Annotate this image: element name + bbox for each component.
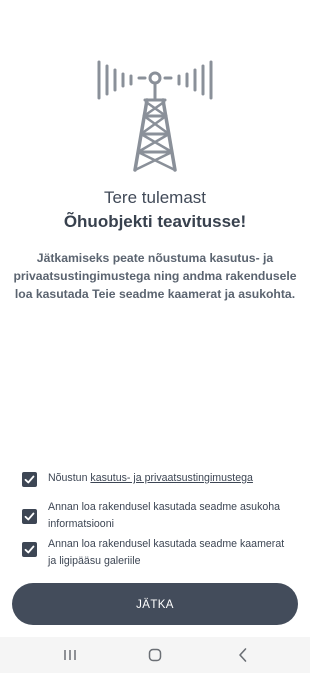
terms-prefix: Nõustun — [48, 472, 91, 484]
terms-label: Nõustun kasutus- ja privaatsustingimuste… — [48, 470, 253, 487]
intro-text: Jätkamiseks peate nõustuma kasutus- ja p… — [13, 251, 297, 301]
app-name-title: Õhuobjekti teavitusse! — [63, 212, 247, 231]
terms-checkbox[interactable] — [22, 472, 37, 487]
location-label-line2: informatsiooni — [48, 518, 114, 530]
checkmark-icon — [24, 512, 35, 521]
system-nav-bar — [0, 637, 310, 673]
camera-checkbox[interactable] — [22, 542, 37, 557]
recent-apps-icon[interactable] — [60, 645, 80, 665]
checkmark-icon — [24, 545, 35, 554]
camera-label-line1: Annan loa rakendusel kasutada seadme kaa… — [48, 538, 285, 550]
continue-button[interactable]: JÄTKA — [12, 583, 298, 625]
terms-link[interactable]: kasutus- ja privaatsustingimustega — [90, 472, 253, 484]
welcome-screen: Tere tulemast Õhuobjekti teavitusse! Jät… — [0, 0, 310, 673]
location-checkbox[interactable] — [22, 509, 37, 524]
camera-label: Annan loa rakendusel kasutada seadme kaa… — [48, 536, 284, 570]
camera-label-line2: ja ligipääsu galeriile — [48, 555, 141, 567]
location-label: Annan loa rakendusel kasutada seadme asu… — [48, 499, 280, 533]
back-icon[interactable] — [233, 645, 253, 665]
checkmark-icon — [24, 475, 35, 484]
welcome-title: Tere tulemast — [103, 188, 207, 207]
home-icon[interactable] — [145, 645, 165, 665]
location-label-line1: Annan loa rakendusel kasutada seadme asu… — [48, 501, 281, 513]
radio-tower-icon — [97, 60, 213, 172]
